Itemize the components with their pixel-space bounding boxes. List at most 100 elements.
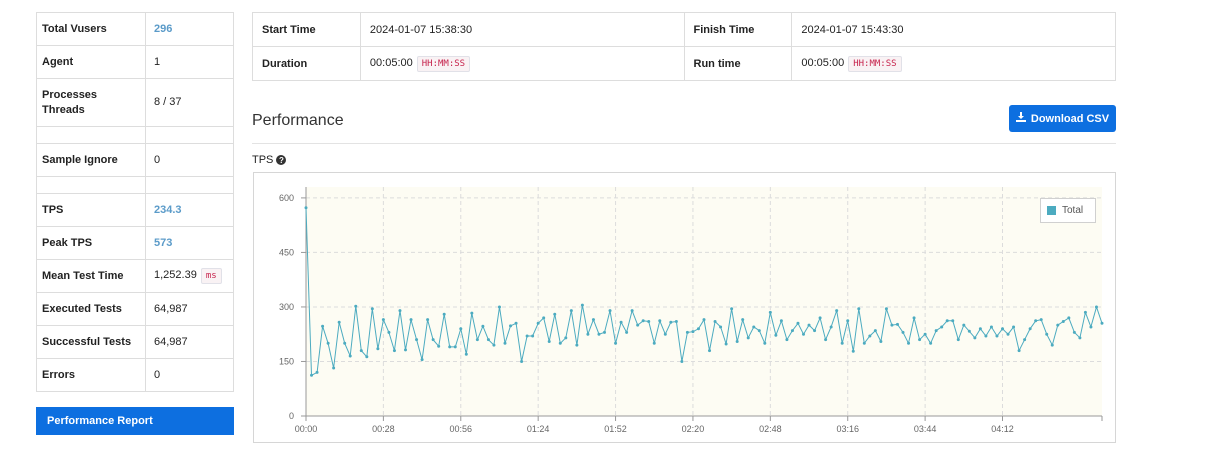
- download-icon: [1015, 112, 1026, 125]
- tps-stat-label: TPS: [36, 193, 146, 227]
- performance-title: Performance: [252, 112, 344, 129]
- tps-chart: 0 150 300 450 600 00:00 00:28 00:56 01:24 01:52 02…: [253, 172, 1116, 443]
- data-point: [398, 309, 402, 313]
- plot-background: [306, 187, 1102, 416]
- data-point: [768, 310, 772, 314]
- data-point: [520, 359, 524, 363]
- data-point: [387, 330, 391, 334]
- data-point: [1100, 321, 1104, 325]
- info-row-times: Start Time 2024-01-07 15:38:30 Finish Ti…: [252, 12, 1116, 47]
- duration-label: Duration: [252, 46, 361, 81]
- data-point: [343, 341, 347, 345]
- data-point: [1089, 325, 1093, 329]
- data-point: [779, 319, 783, 323]
- data-point: [824, 338, 828, 342]
- data-point: [973, 336, 977, 340]
- processes-threads-label: Processes Threads: [36, 78, 146, 127]
- question-circle-icon[interactable]: ?: [276, 155, 287, 165]
- executed-tests-value: 64,987: [145, 292, 234, 326]
- chart-legend[interactable]: Total: [1040, 198, 1096, 223]
- data-point: [492, 343, 496, 347]
- stats-spacer-row: [36, 176, 234, 194]
- data-point: [895, 322, 899, 326]
- stats-row-tps: TPS 234.3: [36, 193, 234, 227]
- y-tick-label: 150: [279, 356, 294, 366]
- successful-tests-value: 64,987: [145, 325, 234, 359]
- tps-chart-heading: TPS ?: [252, 154, 287, 166]
- data-point: [995, 334, 999, 338]
- data-point: [713, 319, 717, 323]
- stats-row-mean-test-time: Mean Test Time 1,252.39 ms: [36, 259, 234, 293]
- data-point: [846, 319, 850, 323]
- data-point: [437, 344, 441, 348]
- data-point: [558, 341, 562, 345]
- data-point: [934, 329, 938, 333]
- data-point: [1023, 338, 1027, 342]
- mean-test-time-cell: 1,252.39 ms: [145, 259, 234, 293]
- data-point: [370, 307, 374, 311]
- peak-tps-value[interactable]: 573: [145, 226, 234, 260]
- data-point: [1094, 305, 1098, 309]
- data-point: [763, 341, 767, 345]
- data-point: [326, 341, 330, 345]
- data-point: [652, 341, 656, 345]
- tps-stat-value[interactable]: 234.3: [145, 193, 234, 227]
- duration-value: 00:05:00: [369, 56, 413, 69]
- data-point: [802, 332, 805, 336]
- finish-time-value: 2024-01-07 15:43:30: [791, 12, 1116, 47]
- data-point: [674, 319, 678, 323]
- x-tick-label: 00:56: [450, 424, 473, 434]
- data-point: [359, 349, 363, 353]
- data-point: [746, 336, 750, 340]
- total-vusers-label: Total Vusers: [36, 12, 146, 46]
- data-point: [542, 316, 546, 320]
- data-point: [603, 330, 606, 334]
- data-point: [685, 330, 689, 334]
- data-point: [404, 348, 407, 352]
- data-point: [696, 327, 700, 331]
- data-point: [420, 358, 424, 362]
- data-point: [470, 311, 474, 315]
- errors-value: 0: [145, 358, 234, 392]
- data-point: [564, 336, 568, 340]
- data-point: [575, 343, 579, 347]
- data-point: [1028, 327, 1032, 331]
- legend-label-total: Total: [1062, 205, 1084, 216]
- errors-label: Errors: [36, 358, 146, 392]
- data-point: [829, 325, 833, 329]
- data-point: [630, 309, 634, 313]
- data-point: [978, 327, 982, 331]
- run-time-format: HH:MM:SS: [848, 55, 902, 72]
- data-point: [719, 325, 723, 329]
- tps-chart-label: TPS: [252, 154, 274, 166]
- data-point: [818, 316, 822, 320]
- data-point: [708, 349, 712, 353]
- data-point: [1050, 343, 1054, 347]
- data-point: [724, 342, 728, 346]
- performance-report-button[interactable]: Performance Report: [36, 407, 234, 435]
- data-point: [702, 318, 706, 322]
- total-vusers-value[interactable]: 296: [145, 12, 234, 46]
- sample-ignore-label: Sample Ignore: [36, 143, 146, 177]
- data-point: [741, 318, 745, 322]
- data-point: [984, 334, 988, 338]
- data-point: [392, 349, 396, 353]
- download-csv-button[interactable]: Download CSV: [1009, 105, 1116, 132]
- data-point: [547, 339, 551, 343]
- data-point: [381, 318, 385, 322]
- data-point: [890, 323, 894, 327]
- test-info-table: Start Time 2024-01-07 15:38:30 Finish Ti…: [252, 12, 1116, 81]
- data-point: [409, 318, 413, 322]
- data-point: [636, 323, 640, 327]
- data-point: [453, 345, 457, 349]
- data-point: [365, 355, 369, 359]
- data-point: [945, 319, 949, 323]
- data-point: [509, 324, 513, 328]
- legend-swatch: [1047, 206, 1056, 215]
- data-point: [862, 341, 866, 345]
- data-point: [1045, 332, 1049, 336]
- data-point: [752, 325, 756, 329]
- stats-row-successful-tests: Successful Tests 64,987: [36, 325, 234, 359]
- stats-row-agent: Agent 1: [36, 45, 234, 79]
- data-point: [304, 206, 308, 210]
